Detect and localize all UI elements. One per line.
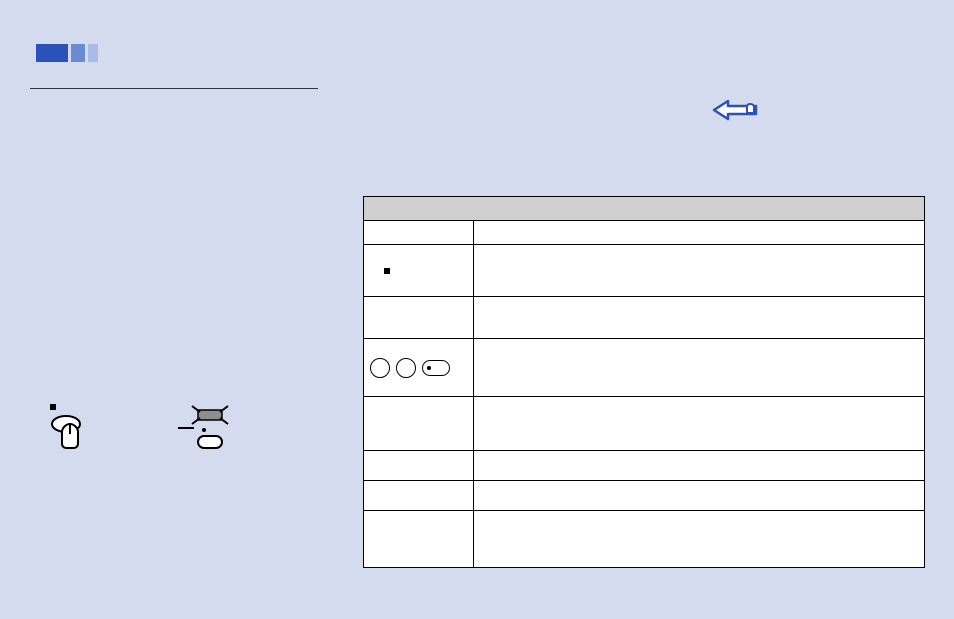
table-cell-right	[474, 339, 924, 396]
table-cell-left	[364, 221, 474, 244]
table-row	[364, 397, 924, 451]
table-row	[364, 245, 924, 297]
table-cell-left	[364, 451, 474, 480]
bullet-icon	[384, 268, 390, 274]
table-cell-left	[364, 245, 474, 296]
table-cell-right	[474, 451, 924, 480]
table-cell-right	[474, 397, 924, 450]
table-cell-right	[474, 221, 924, 244]
table-cell-right	[474, 511, 924, 567]
table-cell-left	[364, 481, 474, 510]
blinking-indicator-icon	[178, 402, 238, 450]
table-header	[364, 197, 924, 221]
table-row	[364, 339, 924, 397]
table-cell-right	[474, 245, 924, 296]
press-button-icon	[48, 402, 96, 450]
circle-icon	[370, 358, 390, 378]
section-title-underline	[30, 88, 318, 89]
table-row	[364, 451, 924, 481]
decor-bar-1	[36, 44, 68, 62]
table-row	[364, 511, 924, 567]
decor-bar-2	[71, 44, 85, 62]
decor-bar-3	[88, 44, 98, 62]
table-row	[364, 481, 924, 511]
table-cell-right	[474, 481, 924, 510]
circle-icon	[396, 358, 416, 378]
pointing-hand-icon	[710, 92, 758, 128]
table-row	[364, 221, 924, 245]
table-cell-left	[364, 339, 474, 396]
pill-dot-icon	[427, 366, 431, 370]
table-cell-left	[364, 297, 474, 338]
table-row	[364, 297, 924, 339]
table-cell-right	[474, 297, 924, 338]
table-cell-left	[364, 511, 474, 567]
toggle-pill-icon	[422, 360, 450, 376]
table-cell-left	[364, 397, 474, 450]
section-decor-bars	[36, 44, 98, 62]
settings-table	[363, 196, 925, 568]
